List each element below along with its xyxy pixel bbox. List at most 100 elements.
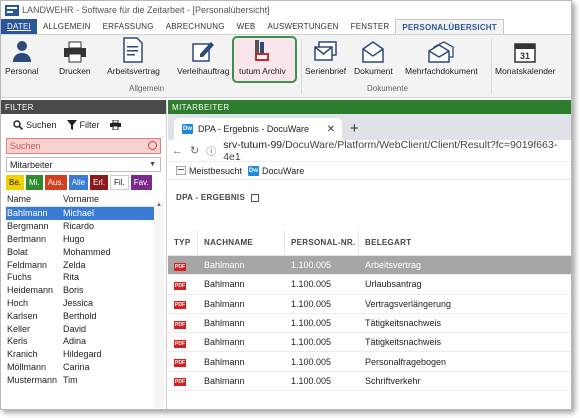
employee-name: Möllmann: [7, 361, 47, 372]
col-vorname[interactable]: Vorname: [63, 194, 161, 206]
employee-list: Bahlmann Michael Bergmann Ricardo Bertmann Hu…: [1, 207, 166, 386]
table-row[interactable]: PDF Bahlmann 1.100.005 Schriftverkehr: [168, 372, 571, 392]
verleihauftrag-button[interactable]: Verleihauftrag: [177, 37, 229, 76]
serienbrief-button[interactable]: Serienbrief: [305, 37, 346, 76]
drucken-button[interactable]: Drucken: [59, 37, 91, 76]
back-icon[interactable]: ←: [172, 145, 183, 157]
filter-button[interactable]: Filter: [66, 120, 100, 130]
employee-name: Mustermann: [7, 374, 58, 385]
employee-vorname: Hugo: [63, 233, 85, 244]
status-chip[interactable]: Fil.: [110, 175, 129, 190]
employee-vorname: Zelda: [63, 259, 86, 270]
tutum-archiv-button[interactable]: tutum Archiv: [239, 37, 286, 76]
table-row[interactable]: Bahlmann Michael: [6, 207, 161, 220]
status-chip[interactable]: Be.: [6, 175, 25, 190]
status-chip[interactable]: Erl.: [90, 175, 109, 190]
browser-tab[interactable]: Dw DPA - Ergebnis - DocuWare ✕: [174, 118, 342, 140]
pdf-icon: PDF: [174, 359, 186, 368]
external-link-icon[interactable]: [250, 193, 259, 202]
close-icon[interactable]: ✕: [327, 124, 335, 135]
bookmark-meistbesucht[interactable]: Meistbesucht: [176, 166, 242, 176]
menu-personaluebersicht[interactable]: PERSONALÜBERSICHT: [395, 19, 504, 34]
pdf-icon: PDF: [174, 301, 186, 310]
table-row[interactable]: Fuchs Rita: [6, 271, 161, 284]
section-title: DPA - ERGEBNIS: [168, 180, 571, 230]
status-chip[interactable]: Alle: [68, 175, 89, 190]
scrollbar[interactable]: ▲: [154, 202, 164, 408]
table-row[interactable]: Mustermann Tim: [6, 373, 161, 386]
nr-cell: 1.100.005: [291, 298, 332, 309]
search-icon: [13, 120, 23, 130]
app-window: LANDWEHR - Software für die Zeitarbeit -…: [0, 0, 572, 410]
employee-vorname: Michael: [63, 208, 95, 219]
status-chip[interactable]: Fav.: [130, 175, 152, 190]
col-typ[interactable]: TYP: [168, 230, 198, 255]
table-row[interactable]: PDF Bahlmann 1.100.005 Vertragsverlängerung: [168, 295, 571, 314]
table-row[interactable]: Kranich Hildegard: [6, 348, 161, 361]
reload-icon[interactable]: ↻: [190, 144, 199, 157]
menu-abrechnung[interactable]: ABRECHNUNG: [160, 19, 231, 34]
table-row[interactable]: PDF Bahlmann 1.100.005 Tätigkeitsnachweis: [168, 314, 571, 334]
status-chip[interactable]: Mi.: [26, 175, 43, 190]
col-name[interactable]: Name: [6, 194, 63, 206]
status-chip[interactable]: Aus.: [44, 175, 67, 190]
calendar-icon: 31: [514, 43, 536, 63]
employee-vorname: Boris: [63, 285, 84, 296]
table-row[interactable]: Keller David: [6, 322, 161, 335]
table-row[interactable]: PDF Bahlmann 1.100.005 Tätigkeitsnachweis: [168, 333, 571, 353]
pdf-icon: PDF: [174, 320, 186, 329]
table-row[interactable]: PDF Bahlmann 1.100.005 Urlaubsantrag: [168, 275, 571, 295]
table-row[interactable]: PDF Bahlmann 1.100.005 Arbeitsvertrag: [168, 256, 571, 276]
col-personal-nr[interactable]: PERSONAL-NR.: [285, 230, 359, 255]
menu-auswertungen[interactable]: AUSWERTUNGEN: [261, 19, 344, 34]
menu-allgemein[interactable]: ALLGEMEIN: [37, 19, 97, 34]
menu-datei[interactable]: DATEI: [1, 19, 37, 34]
mitarbeiter-header: MITARBEITER: [168, 100, 571, 114]
personal-button[interactable]: Personal: [5, 37, 39, 76]
nachname-cell: Bahlmann: [204, 337, 245, 348]
printer-icon: [63, 41, 86, 63]
table-row[interactable]: Kerls Adina: [6, 335, 161, 348]
employee-table-header: Name Vorname: [6, 194, 161, 207]
main-panel: MITARBEITER Dw DPA - Ergebnis - DocuWare…: [168, 100, 571, 409]
dokument-button[interactable]: Dokument: [354, 37, 393, 76]
employee-vorname: Tim: [63, 374, 78, 385]
table-row[interactable]: Karlsen Berthold: [6, 309, 161, 322]
suchen-button[interactable]: Suchen: [13, 120, 57, 130]
menu-erfassung[interactable]: ERFASSUNG: [97, 19, 160, 34]
monatskalender-button[interactable]: 31 Monatskalender: [495, 37, 555, 76]
belegart-cell: Arbeitsvertrag: [365, 260, 422, 271]
employee-name: Kranich: [7, 349, 38, 360]
search-input[interactable]: Suchen: [6, 138, 161, 154]
table-row[interactable]: PDF Bahlmann 1.100.005 Personalfragebogen: [168, 352, 571, 372]
url-field[interactable]: srv-tutum-99/DocuWare/Platform/WebClient…: [223, 139, 571, 163]
menu-web[interactable]: WEB: [231, 19, 262, 34]
category-select[interactable]: Mitarbeiter ▼: [6, 157, 161, 172]
new-tab-button[interactable]: +: [350, 120, 359, 137]
typ-cell: PDF: [168, 260, 198, 271]
group-label-dokumente: Dokumente: [367, 84, 408, 93]
table-row[interactable]: Bertmann Hugo: [6, 233, 161, 246]
table-row[interactable]: Bergmann Ricardo: [6, 220, 161, 233]
table-row[interactable]: Bolat Mohammed: [6, 245, 161, 258]
arbeitsvertrag-button[interactable]: Arbeitsvertrag: [107, 37, 160, 76]
employee-vorname: Berthold: [63, 310, 97, 321]
mehrfachdokument-button[interactable]: Mehrfachdokument: [405, 37, 478, 76]
nr-cell: 1.100.005: [291, 375, 332, 386]
serial-letter-icon: [313, 41, 337, 61]
belegart-cell: Vertragsverlängerung: [365, 298, 452, 309]
bookmark-docuware[interactable]: Dw DocuWare: [248, 165, 304, 176]
col-belegart[interactable]: BELEGART: [359, 230, 571, 255]
menu-fenster[interactable]: FENSTER: [345, 19, 396, 34]
print-list-button[interactable]: [109, 120, 121, 130]
info-icon[interactable]: ⓘ: [206, 143, 216, 158]
employee-name: Bolat: [7, 246, 28, 257]
employee-name: Heidemann: [7, 285, 54, 296]
docuware-icon: Dw: [248, 165, 260, 176]
table-row[interactable]: Heidemann Boris: [6, 284, 161, 297]
table-row[interactable]: Feldmann Zelda: [6, 258, 161, 271]
table-row[interactable]: Hoch Jessica: [6, 297, 161, 310]
table-row[interactable]: Möllmann Carina: [6, 361, 161, 374]
employee-name: Bahlmann: [7, 208, 48, 219]
col-nachname[interactable]: NACHNAME: [198, 230, 285, 255]
